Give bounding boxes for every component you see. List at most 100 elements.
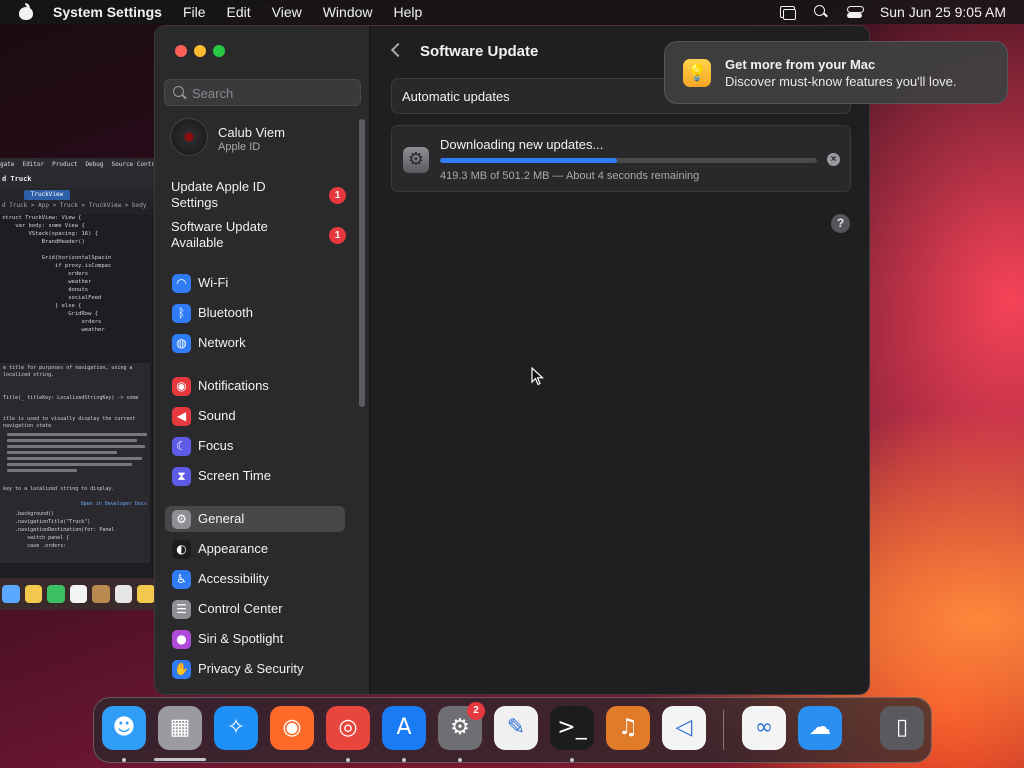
sidebar-item-accessibility[interactable]: ♿ Accessibility xyxy=(165,566,345,592)
code-line: Grid(horizontalSpacin xyxy=(2,255,112,261)
download-status: 419.3 MB of 501.2 MB — About 4 seconds r… xyxy=(440,170,700,182)
dock-indicator xyxy=(154,758,206,761)
sidebar-scrollbar[interactable] xyxy=(359,119,365,407)
sidebar-item-focus[interactable]: ☾ Focus xyxy=(165,433,345,459)
spotlight-search-icon[interactable] xyxy=(812,5,830,19)
sidebar-item-general[interactable]: ⚙ General xyxy=(165,506,345,532)
finder-icon[interactable]: ☻ xyxy=(102,706,146,750)
editor-menu-item: gate xyxy=(0,160,15,168)
code-line: .navigationTitle("Truck") xyxy=(3,519,91,525)
editor-menu: gate Editor Product Debug Source Contr xyxy=(0,158,155,170)
editor-menu-item: Source Contr xyxy=(111,160,155,168)
search-input[interactable] xyxy=(192,84,352,102)
alert-label: Software Update Available xyxy=(171,219,268,250)
zoom-window-button[interactable] xyxy=(213,45,225,57)
help-button[interactable]: ? xyxy=(831,214,850,233)
speaker-icon: ◀ xyxy=(172,407,191,426)
sidebar-item-label: Network xyxy=(198,335,246,350)
background-editor-window[interactable]: gate Editor Product Debug Source Contr d… xyxy=(0,158,155,610)
menu-clock[interactable]: Sun Jun 25 9:05 AM xyxy=(880,4,1006,20)
code-line: var body: some View { xyxy=(2,223,85,229)
visual-studio-icon[interactable]: ∞ xyxy=(742,706,786,750)
siri-icon: ● xyxy=(172,630,191,649)
code-line: if proxy.isCompac xyxy=(2,263,112,269)
notification-body: Discover must-know features you'll love. xyxy=(725,74,957,89)
sidebar-item-label: Sound xyxy=(198,408,236,423)
menu-view[interactable]: View xyxy=(272,4,302,20)
safari-icon[interactable]: ✧ xyxy=(214,706,258,750)
cancel-download-icon[interactable]: × xyxy=(827,153,840,166)
menu-edit[interactable]: Edit xyxy=(227,4,251,20)
code-line: BrandHeader() xyxy=(2,239,85,245)
doc-link[interactable]: Open in Developer Docs xyxy=(3,501,147,508)
sidebar-search[interactable] xyxy=(164,79,361,106)
sidebar-item-privacy-security[interactable]: ✋ Privacy & Security xyxy=(165,656,345,682)
sidebar-item-wi-fi[interactable]: ◠ Wi-Fi xyxy=(165,270,345,296)
sidebar-item-control-center[interactable]: ☰ Control Center xyxy=(165,596,345,622)
editor-tab-bar: TruckView xyxy=(0,188,155,202)
software-update-pane: Software Update Automatic updates ⚙ Down… xyxy=(371,26,869,694)
globe-icon: ◍ xyxy=(172,334,191,353)
sidebar-item-software-update[interactable]: Software Update Available 1 xyxy=(171,219,346,253)
minimize-window-button[interactable] xyxy=(194,45,206,57)
profile-name: Calub Viem xyxy=(218,125,285,140)
chrome-icon[interactable]: ◎ xyxy=(326,706,370,750)
vscode-icon[interactable]: ◁ xyxy=(662,706,706,750)
bell-icon: ◉ xyxy=(172,377,191,396)
menu-help[interactable]: Help xyxy=(394,4,423,20)
apple-menu-icon[interactable] xyxy=(19,3,33,20)
close-window-button[interactable] xyxy=(175,45,187,57)
running-indicator xyxy=(458,758,462,762)
bluetooth-icon: ᛒ xyxy=(172,304,191,323)
apple-id-profile[interactable]: Calub Viem Apple ID xyxy=(163,116,353,162)
editor-title: d Truck xyxy=(0,170,155,188)
firefox-icon[interactable]: ◉ xyxy=(270,706,314,750)
terminal-icon[interactable]: >_ xyxy=(550,706,594,750)
back-chevron-icon[interactable] xyxy=(390,42,406,58)
screen-mirroring-icon[interactable] xyxy=(778,5,796,20)
menu-file[interactable]: File xyxy=(183,4,206,20)
launchpad-icon[interactable]: ▦ xyxy=(158,706,202,750)
editor-menu-item: Debug xyxy=(85,160,104,168)
code-line: donuts xyxy=(2,287,89,293)
editor-dock-reflection xyxy=(0,578,155,610)
code-line: .background() xyxy=(3,511,55,517)
editor-menu-item: Product xyxy=(52,160,78,168)
wifi-icon: ◠ xyxy=(172,274,191,293)
code-line: struct TruckView: View { xyxy=(2,215,82,221)
sidebar-item-network[interactable]: ◍ Network xyxy=(165,330,345,356)
notification-banner[interactable]: 💡 Get more from your Mac Discover must-k… xyxy=(664,41,1008,104)
page-title: Software Update xyxy=(420,43,539,60)
menu-window[interactable]: Window xyxy=(323,4,373,20)
textedit-icon[interactable]: ✎ xyxy=(494,706,538,750)
sidebar-item-label: Focus xyxy=(198,438,234,453)
sidebar-item-notifications[interactable]: ◉ Notifications xyxy=(165,373,345,399)
weather-icon[interactable]: ☁ xyxy=(798,706,842,750)
garageband-icon[interactable]: ♫ xyxy=(606,706,650,750)
sidebar-item-sound[interactable]: ◀ Sound xyxy=(165,403,345,429)
download-progress-fill xyxy=(440,158,618,163)
sidebar-item-label: Screen Time xyxy=(198,468,271,483)
running-indicator xyxy=(570,758,574,762)
moon-icon: ☾ xyxy=(172,437,191,456)
app-store-icon[interactable]: A xyxy=(382,706,426,750)
sidebar-item-screen-time[interactable]: ⧗ Screen Time xyxy=(165,463,345,489)
system-settings-window[interactable]: Calub Viem Apple ID Update Apple ID Sett… xyxy=(154,25,870,695)
control-center-icon[interactable] xyxy=(846,5,864,19)
sidebar-item-siri-spotlight[interactable]: ● Siri & Spotlight xyxy=(165,626,345,652)
menu-app-name[interactable]: System Settings xyxy=(53,4,162,20)
code-line: } else { xyxy=(2,303,82,309)
sidebar-item-bluetooth[interactable]: ᛒ Bluetooth xyxy=(165,300,345,326)
sidebar-item-update-apple-id[interactable]: Update Apple ID Settings 1 xyxy=(171,179,346,213)
notification-badge: 1 xyxy=(329,187,346,204)
sidebar-item-appearance[interactable]: ◐ Appearance xyxy=(165,536,345,562)
notification-badge: 1 xyxy=(329,227,346,244)
sidebar-item-label: Privacy & Security xyxy=(198,661,304,676)
gear-icon: ⚙ xyxy=(172,510,191,529)
code-line: VStack(spacing: 16) { xyxy=(2,231,99,237)
trash-icon[interactable]: ▯ xyxy=(880,706,924,750)
code-line: switch panel { xyxy=(3,535,70,541)
profile-subtitle: Apple ID xyxy=(218,141,261,153)
control-center-icon: ☰ xyxy=(172,600,191,619)
